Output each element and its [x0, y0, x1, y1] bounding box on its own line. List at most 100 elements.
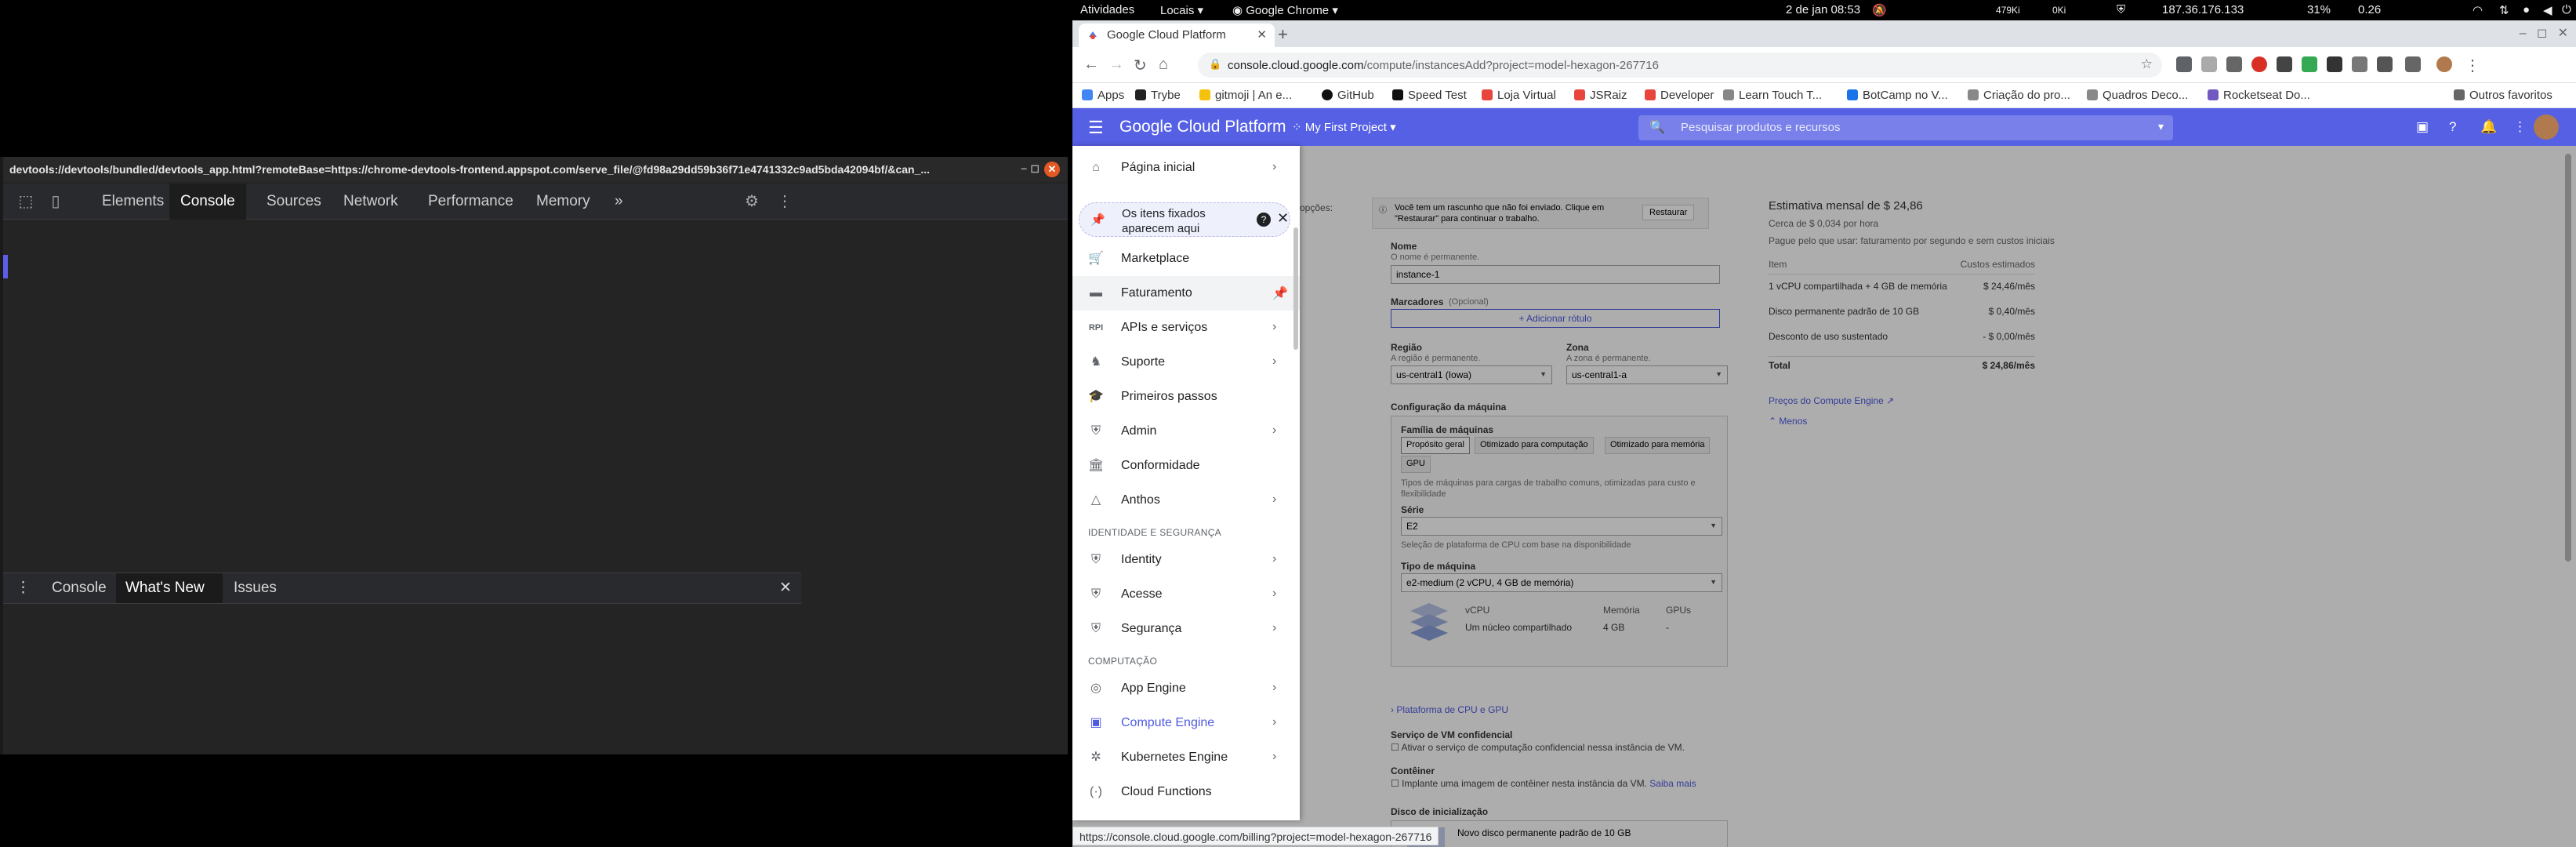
nav-compute-engine[interactable]: ▣ Compute Engine › — [1072, 706, 1300, 740]
bookmark-item[interactable]: GitHub — [1322, 89, 1374, 102]
nav-billing[interactable]: ▬ Faturamento 📌 — [1072, 276, 1300, 311]
wifi-icon[interactable]: ◠ — [2473, 3, 2483, 17]
nav-label: Compute Engine — [1121, 716, 1215, 729]
devtools-tabbar: ⬚ ▯ Elements Console Sources Network Per… — [3, 184, 1068, 220]
tab-network[interactable]: Network — [332, 184, 409, 220]
help-icon[interactable]: ? — [1257, 213, 1271, 227]
bookmark-item[interactable]: JSRaiz — [1574, 89, 1627, 102]
nav-label: Suporte — [1121, 355, 1166, 369]
back-icon[interactable]: ← — [1083, 56, 1099, 74]
nav-admin[interactable]: ⛨ Admin › — [1072, 414, 1300, 449]
window-controls[interactable]: – ◻ ✕ — [2520, 25, 2568, 41]
maximize-icon[interactable]: ◻ — [1030, 162, 1039, 175]
nav-scrollbar[interactable] — [1293, 227, 1298, 350]
close-icon[interactable]: ✕ — [1277, 210, 1289, 227]
bookmark-apps[interactable]: Apps — [1082, 89, 1124, 102]
tab-close-icon[interactable]: ✕ — [1257, 27, 1267, 42]
extensions-puzzle-icon[interactable] — [2405, 56, 2421, 72]
drawer-close-icon[interactable]: ✕ — [770, 573, 801, 603]
pin-icon[interactable]: 📌 — [1272, 285, 1288, 301]
more-options-icon[interactable]: ⋮ — [2513, 119, 2527, 135]
other-bookmarks[interactable]: Outros favoritos — [2454, 89, 2552, 102]
cloud-shell-icon[interactable]: ▣ — [2416, 119, 2429, 135]
project-selector[interactable]: ⁘ My First Project ▾ — [1292, 120, 1396, 134]
tab-sources[interactable]: Sources — [256, 184, 332, 220]
extension-icon-9[interactable] — [2377, 56, 2393, 72]
lock-icon[interactable]: 🔒 — [1209, 58, 1221, 71]
drawer-tab-console[interactable]: Console — [42, 573, 116, 603]
bookmark-item[interactable]: Speed Test — [1392, 89, 1467, 102]
extension-icon-5[interactable] — [2277, 56, 2292, 72]
extension-icon-4[interactable] — [2251, 56, 2267, 72]
volume-icon[interactable]: ◀ — [2543, 3, 2552, 17]
chrome-menu-icon[interactable]: ⋮ — [2465, 56, 2480, 75]
nav-identity[interactable]: ⛨ Identity › — [1072, 543, 1300, 577]
drawer-tab-whats-new[interactable]: What's New — [116, 573, 223, 603]
extension-icon-6[interactable] — [2302, 56, 2317, 72]
nav-app-engine[interactable]: ◎ App Engine › — [1072, 671, 1300, 706]
kebab-menu-icon[interactable]: ⋮ — [775, 191, 795, 212]
more-tabs-button[interactable]: » — [604, 184, 634, 220]
gcp-title[interactable]: Google Cloud Platform — [1119, 118, 1286, 136]
reload-icon[interactable]: ↻ — [1134, 56, 1147, 75]
bookmark-item[interactable]: Developer — [1645, 89, 1714, 102]
power-icon[interactable]: ⏻ — [2562, 3, 2571, 16]
nav-cloud-functions[interactable]: (·) Cloud Functions — [1072, 775, 1300, 809]
tab-memory[interactable]: Memory — [525, 184, 601, 220]
device-toolbar-icon[interactable]: ▯ — [45, 191, 66, 212]
browser-tab[interactable]: Google Cloud Platform ✕ — [1079, 24, 1275, 47]
bookmark-item[interactable]: Criação do pro... — [1968, 89, 2070, 102]
minimize-icon[interactable]: – — [1021, 162, 1027, 174]
extension-icon-2[interactable] — [2201, 56, 2217, 72]
nav-apis[interactable]: RPI APIs e serviços › — [1072, 311, 1300, 345]
chevron-right-icon: › — [1272, 424, 1277, 437]
hamburger-menu-icon[interactable]: ☰ — [1088, 118, 1104, 138]
bookmark-item[interactable]: Loja Virtual — [1482, 89, 1556, 102]
bookmark-item[interactable]: gitmoji | An e... — [1199, 89, 1292, 102]
app-menu[interactable]: ◉ Google Chrome ▾ — [1232, 3, 1338, 17]
drawer-tab-issues[interactable]: Issues — [224, 573, 286, 603]
extension-icon-1[interactable] — [2176, 56, 2192, 72]
tab-console[interactable]: Console — [169, 184, 246, 220]
search-box[interactable]: 🔍 Pesquisar produtos e recursos ▾ — [1638, 115, 2173, 140]
chevron-down-icon[interactable]: ▾ — [2158, 120, 2164, 133]
nav-support[interactable]: ♞ Suporte › — [1072, 345, 1300, 380]
places-menu[interactable]: Locais ▾ — [1160, 3, 1203, 17]
nav-getting-started[interactable]: 🎓 Primeiros passos — [1072, 380, 1300, 414]
nav-kubernetes[interactable]: ✲ Kubernetes Engine › — [1072, 740, 1300, 775]
close-window-button[interactable]: ✕ — [1044, 162, 1060, 177]
bookmark-item[interactable]: BotCamp no V... — [1847, 89, 1948, 102]
extension-icon-7[interactable] — [2327, 56, 2342, 72]
extension-icon-8[interactable] — [2352, 56, 2367, 72]
inspect-icon[interactable]: ⬚ — [16, 191, 36, 212]
home-icon[interactable]: ⌂ — [1159, 56, 1168, 74]
nav-access[interactable]: ⛨ Acesse › — [1072, 577, 1300, 612]
tab-elements[interactable]: Elements — [91, 184, 175, 220]
nav-compliance[interactable]: 🏛 Conformidade — [1072, 449, 1300, 483]
star-icon[interactable]: ☆ — [2141, 56, 2153, 72]
forward-icon[interactable]: → — [1108, 56, 1124, 74]
address-bar[interactable]: 🔒 console.cloud.google.com/compute/insta… — [1198, 53, 2162, 78]
help-icon[interactable]: ? — [2449, 119, 2456, 135]
bookmark-item[interactable]: Learn Touch T... — [1723, 89, 1822, 102]
drawer-menu-icon[interactable]: ⋮ — [11, 573, 35, 603]
extension-icon-3[interactable] — [2226, 56, 2242, 72]
notifications-icon[interactable]: 🔔 — [2480, 119, 2497, 135]
nav-marketplace[interactable]: 🛒 Marketplace — [1072, 242, 1300, 276]
nav-home[interactable]: ⌂ Página inicial › — [1072, 151, 1300, 185]
mic-icon[interactable]: ● — [2523, 3, 2530, 16]
activities-button[interactable]: Atividades — [1080, 3, 1134, 16]
new-tab-button[interactable]: + — [1278, 24, 1288, 45]
nav-security[interactable]: ⛨ Segurança › — [1072, 612, 1300, 646]
bookmark-item[interactable]: Trybe — [1135, 89, 1181, 102]
bookmark-item[interactable]: Rocketseat Do... — [2208, 89, 2310, 102]
api-icon: RPI — [1088, 323, 1104, 333]
profile-avatar[interactable] — [2436, 56, 2452, 72]
avatar[interactable] — [2534, 115, 2559, 140]
clock[interactable]: 2 de jan 08:53 — [1786, 3, 1860, 16]
network-icon[interactable]: ⇅ — [2499, 3, 2509, 17]
bookmark-item[interactable]: Quadros Deco... — [2087, 89, 2188, 102]
gear-icon[interactable]: ⚙ — [742, 191, 762, 212]
tab-performance[interactable]: Performance — [417, 184, 524, 220]
nav-anthos[interactable]: △ Anthos › — [1072, 483, 1300, 518]
